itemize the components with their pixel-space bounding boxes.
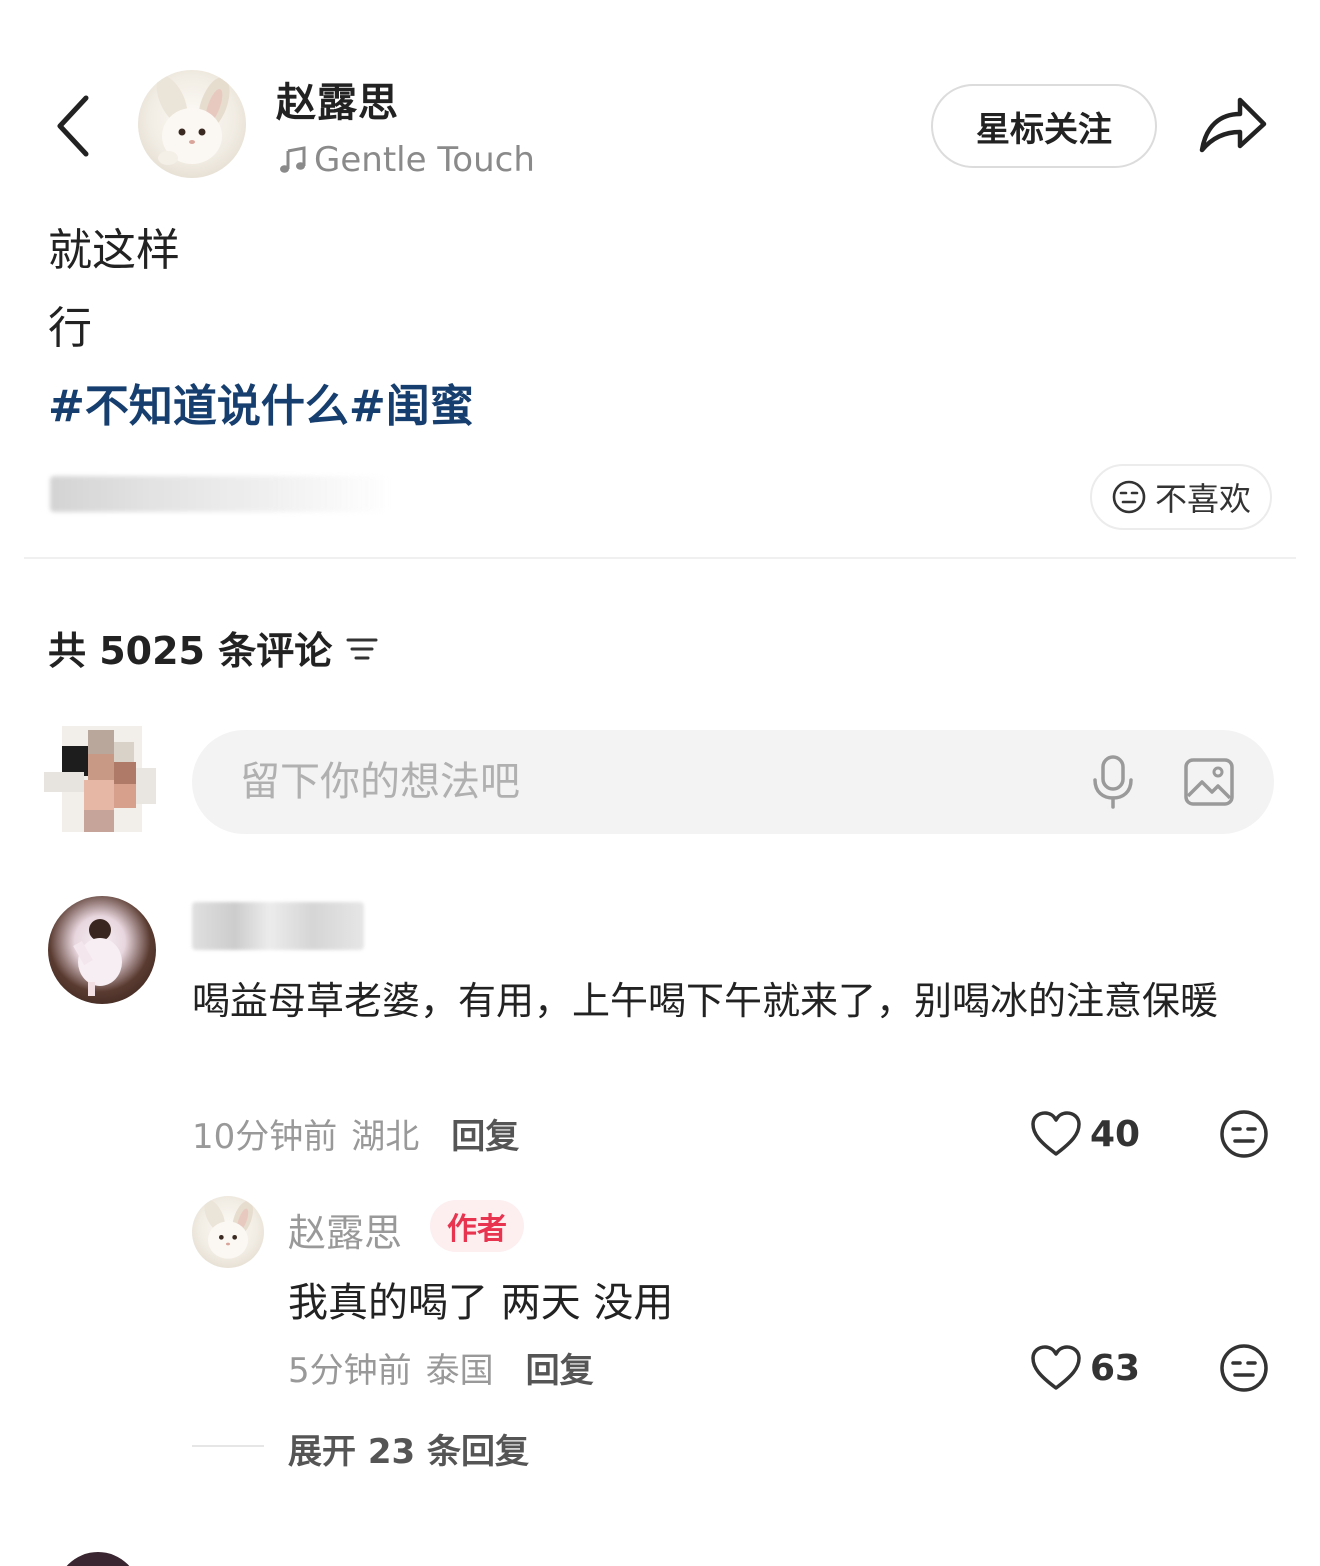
like-count: 40 xyxy=(1090,1113,1141,1155)
my-avatar xyxy=(44,716,160,842)
bunny-avatar-image xyxy=(204,1199,254,1259)
follow-button[interactable]: 星标关注 xyxy=(931,84,1157,168)
reply-author-name[interactable]: 赵露思 xyxy=(288,1202,402,1257)
reply-text: 我真的喝了 两天 没用 xyxy=(288,1280,674,1326)
author-name[interactable]: 赵露思 xyxy=(276,70,399,128)
like-button[interactable]: 40 xyxy=(1030,1108,1140,1160)
image-icon xyxy=(1184,758,1234,806)
post-hashtags[interactable]: #不知道说什么#闺蜜 xyxy=(48,370,474,434)
meh-face-icon xyxy=(1220,1344,1268,1392)
commenter-avatar[interactable] xyxy=(48,896,156,1004)
heart-icon xyxy=(1031,1111,1081,1156)
pixelated-avatar-image xyxy=(44,726,156,832)
comment-text: 喝益母草老婆，有用，上午喝下午就来了，别喝冰的注意保暖 xyxy=(192,979,1219,1023)
reply-like-button[interactable]: 63 xyxy=(1030,1342,1140,1394)
author-badge: 作者 xyxy=(430,1200,524,1252)
music-note-icon xyxy=(280,146,306,173)
image-upload-button[interactable] xyxy=(1182,756,1236,808)
girl-photo-avatar-image xyxy=(73,919,122,996)
dislike-comment-button[interactable] xyxy=(1218,1108,1270,1160)
blurred-post-info xyxy=(50,476,390,512)
back-button[interactable] xyxy=(50,90,100,162)
dislike-label: 不喜欢 xyxy=(1154,480,1251,518)
share-button[interactable] xyxy=(1196,88,1270,160)
author-avatar[interactable] xyxy=(138,70,246,178)
music-info[interactable]: Gentle Touch xyxy=(278,138,535,182)
dislike-reply-button[interactable] xyxy=(1218,1342,1270,1394)
voice-input-button[interactable] xyxy=(1087,754,1139,810)
reply-button[interactable]: 回复 xyxy=(451,1109,519,1158)
reply-author-avatar[interactable] xyxy=(192,1196,264,1268)
comment-input[interactable] xyxy=(240,730,1060,834)
chevron-left-icon xyxy=(57,95,89,157)
meh-face-icon xyxy=(1112,480,1146,514)
section-divider xyxy=(24,557,1296,559)
commenter-name-blurred[interactable] xyxy=(192,902,364,950)
bunny-avatar-image xyxy=(156,75,230,165)
expand-replies-button[interactable]: 展开 23 条回复 xyxy=(288,1424,529,1473)
meh-face-icon xyxy=(1220,1110,1268,1158)
comment-input-box[interactable] xyxy=(192,730,1274,834)
comment-count: 共 5025 条评论 xyxy=(48,629,333,673)
post-text-line-2: 行 xyxy=(48,303,92,354)
music-title: Gentle Touch xyxy=(314,140,535,180)
post-text-line-1: 就这样 xyxy=(48,225,180,276)
comment-meta: 10分钟前 湖北 回复 xyxy=(192,1108,519,1158)
reply-like-count: 63 xyxy=(1090,1347,1141,1389)
comment-time: 10分钟前 xyxy=(192,1116,338,1157)
expand-divider xyxy=(192,1445,264,1447)
microphone-icon xyxy=(1093,755,1133,809)
dislike-button[interactable]: 不喜欢 xyxy=(1090,464,1272,530)
reply-meta: 5分钟前 泰国 回复 xyxy=(288,1342,594,1392)
heart-icon xyxy=(1031,1345,1081,1390)
share-icon xyxy=(1199,97,1267,153)
reply-time: 5分钟前 xyxy=(288,1350,412,1391)
comment-count-row[interactable]: 共 5025 条评论 xyxy=(48,620,380,675)
comment-location: 湖北 xyxy=(351,1116,420,1157)
reply-button[interactable]: 回复 xyxy=(526,1343,594,1392)
sort-filter-icon xyxy=(346,638,378,659)
next-commenter-avatar[interactable] xyxy=(56,1552,140,1566)
reply-location: 泰国 xyxy=(425,1350,494,1391)
